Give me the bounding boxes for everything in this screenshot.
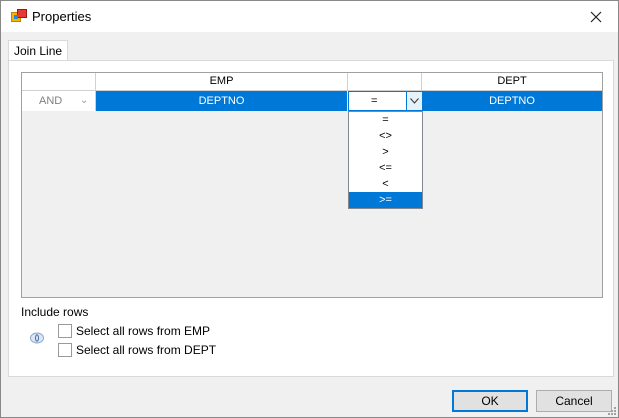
close-button[interactable] [574,1,618,32]
select-all-dept-checkbox[interactable] [58,343,72,357]
operator-option-lt[interactable]: < [349,176,422,192]
select-all-emp-option[interactable]: Select all rows from EMP [58,324,210,338]
properties-dialog: Properties Join Line EMP DEPT AND ⌄ DEPT… [0,0,619,418]
operator-combo[interactable]: = [348,91,423,111]
chevron-down-icon: ⌄ [80,95,89,106]
right-table-header: DEPT [422,73,602,91]
close-icon [590,11,602,22]
operator-dropdown-button[interactable] [406,92,422,110]
operator-dropdown-list: = <> > <= < >= [348,111,423,209]
include-rows-label: Include rows [21,305,89,319]
right-column-cell[interactable]: DEPTNO [422,91,602,111]
cancel-button[interactable]: Cancel [536,390,612,412]
operator-value: = [371,95,378,107]
window-title: Properties [32,9,92,24]
chevron-down-icon [410,98,419,104]
join-row: AND ⌄ DEPTNO DEPTNO [22,91,602,111]
tab-join-line[interactable]: Join Line [8,40,69,61]
join-grid: EMP DEPT AND ⌄ DEPTNO DEPTNO = = <> > <=… [21,72,603,298]
connector-column-header [22,73,96,91]
join-type-icon [30,332,44,344]
operator-option-le[interactable]: <= [349,160,422,176]
select-all-dept-label: Select all rows from DEPT [76,343,217,357]
title-bar: Properties [1,1,618,32]
select-all-dept-option[interactable]: Select all rows from DEPT [58,343,216,357]
connector-combo[interactable]: AND ⌄ [22,91,96,111]
operator-option-ne[interactable]: <> [349,128,422,144]
operator-column-header [348,73,422,91]
resize-grip-icon[interactable] [606,405,616,415]
connector-value: AND [39,95,63,107]
properties-app-icon [11,9,27,22]
left-column-cell[interactable]: DEPTNO [96,91,347,111]
left-table-header: EMP [96,73,348,91]
select-all-emp-checkbox[interactable] [58,324,72,338]
operator-option-ge[interactable]: >= [349,192,422,208]
operator-option-eq[interactable]: = [349,112,422,128]
ok-button[interactable]: OK [452,390,528,412]
select-all-emp-label: Select all rows from EMP [76,324,211,338]
operator-option-gt[interactable]: > [349,144,422,160]
